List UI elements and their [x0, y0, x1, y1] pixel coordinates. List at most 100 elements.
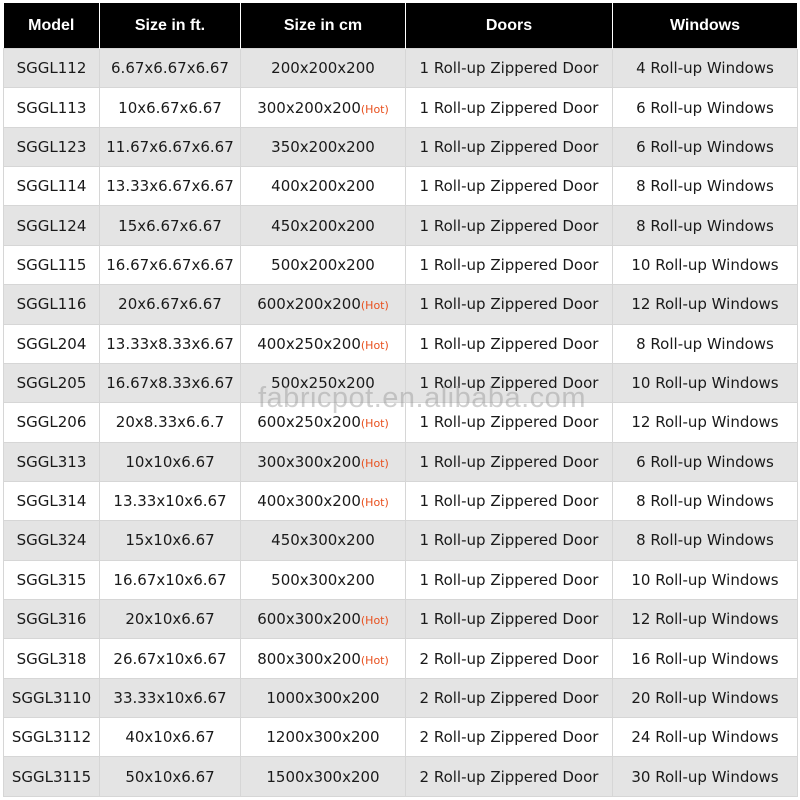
product-spec-table: Model Size in ft. Size in cm Doors Windo… — [3, 3, 798, 797]
cell-model: SGGL3115 — [3, 756, 100, 797]
hot-badge: (Hot) — [360, 496, 389, 510]
cell-size-ft: 13.33x10x6.67 — [99, 480, 241, 522]
hot-badge: (Hot) — [360, 338, 389, 352]
cell-model: SGGL114 — [3, 166, 100, 207]
cell-doors: 1 Roll-up Zippered Door — [405, 323, 613, 364]
size-cm-value: 500x250x200 — [271, 374, 375, 393]
cell-size-ft: 16.67x6.67x6.67 — [99, 244, 241, 286]
cell-doors: 1 Roll-up Zippered Door — [405, 205, 613, 246]
size-cm-value: 300x300x200 — [257, 452, 361, 471]
table-row: SGGL116 20x6.67x6.67 600x200x200(Hot) 1 Rol… — [3, 284, 798, 325]
cell-windows: 6 Roll-up Windows — [612, 126, 798, 168]
cell-size-cm: 1500x300x200 — [240, 756, 406, 797]
table-row: SGGL204 13.33x8.33x6.67 400x250x200(Hot) 1 … — [3, 323, 798, 364]
cell-size-ft: 15x6.67x6.67 — [99, 205, 241, 246]
cell-doors: 1 Roll-up Zippered Door — [405, 559, 613, 601]
table-row: SGGL112 6.67x6.67x6.67 200x200x200 1 Roll-u… — [3, 47, 798, 89]
cell-size-ft: 15x10x6.67 — [99, 520, 241, 561]
cell-windows: 20 Roll-up Windows — [612, 677, 798, 719]
cell-size-cm: 500x250x200 — [240, 362, 406, 404]
size-cm-value: 1200x300x200 — [266, 728, 380, 747]
cell-size-ft: 11.67x6.67x6.67 — [99, 126, 241, 168]
cell-size-cm: 300x200x200(Hot) — [240, 87, 406, 128]
cell-doors: 2 Roll-up Zippered Door — [405, 638, 613, 679]
size-cm-value: 400x300x200 — [257, 492, 361, 511]
cell-model: SGGL318 — [3, 638, 100, 679]
cell-model: SGGL3112 — [3, 717, 100, 758]
table-row: SGGL114 13.33x6.67x6.67 400x200x200 1 Roll-… — [3, 166, 798, 207]
cell-size-ft: 26.67x10x6.67 — [99, 638, 241, 679]
cell-size-ft: 50x10x6.67 — [99, 756, 241, 797]
size-cm-value: 800x300x200 — [257, 649, 361, 668]
cell-windows: 30 Roll-up Windows — [612, 756, 798, 797]
size-cm-value: 600x300x200 — [257, 610, 361, 629]
cell-model: SGGL313 — [3, 441, 100, 482]
size-cm-value: 1500x300x200 — [266, 767, 380, 786]
cell-doors: 2 Roll-up Zippered Door — [405, 677, 613, 719]
header-doors: Doors — [405, 3, 613, 49]
hot-badge: (Hot) — [360, 456, 389, 470]
cell-model: SGGL206 — [3, 402, 100, 443]
cell-size-cm: 400x250x200(Hot) — [240, 323, 406, 364]
cell-size-ft: 6.67x6.67x6.67 — [99, 47, 241, 89]
cell-windows: 4 Roll-up Windows — [612, 47, 798, 89]
size-cm-value: 350x200x200 — [271, 137, 375, 156]
cell-size-ft: 16.67x10x6.67 — [99, 559, 241, 601]
hot-badge: (Hot) — [360, 614, 389, 628]
cell-size-ft: 40x10x6.67 — [99, 717, 241, 758]
cell-model: SGGL314 — [3, 480, 100, 522]
cell-size-cm: 500x300x200 — [240, 559, 406, 601]
header-size-ft: Size in ft. — [99, 3, 241, 49]
cell-windows: 12 Roll-up Windows — [612, 599, 798, 640]
table-row: SGGL3112 40x10x6.67 1200x300x200 2 Roll-up … — [3, 717, 798, 758]
cell-model: SGGL116 — [3, 284, 100, 325]
cell-model: SGGL204 — [3, 323, 100, 364]
cell-size-cm: 300x300x200(Hot) — [240, 441, 406, 482]
table-row: SGGL3110 33.33x10x6.67 1000x300x200 2 Roll-… — [3, 677, 798, 719]
header-model: Model — [3, 3, 100, 49]
cell-model: SGGL315 — [3, 559, 100, 601]
cell-windows: 10 Roll-up Windows — [612, 559, 798, 601]
cell-model: SGGL3110 — [3, 677, 100, 719]
cell-windows: 8 Roll-up Windows — [612, 480, 798, 522]
table-row: SGGL123 11.67x6.67x6.67 350x200x200 1 Roll-… — [3, 126, 798, 168]
cell-doors: 1 Roll-up Zippered Door — [405, 402, 613, 443]
table-row: SGGL205 16.67x8.33x6.67 500x250x200 1 Roll-… — [3, 362, 798, 404]
cell-doors: 1 Roll-up Zippered Door — [405, 284, 613, 325]
size-cm-value: 450x200x200 — [271, 216, 375, 235]
cell-windows: 16 Roll-up Windows — [612, 638, 798, 679]
cell-size-cm: 500x200x200 — [240, 244, 406, 286]
cell-model: SGGL205 — [3, 362, 100, 404]
table-body: SGGL112 6.67x6.67x6.67 200x200x200 1 Roll-u… — [3, 47, 798, 797]
cell-doors: 2 Roll-up Zippered Door — [405, 717, 613, 758]
table-row: SGGL314 13.33x10x6.67 400x300x200(Hot) 1 Ro… — [3, 480, 798, 522]
table-row: SGGL316 20x10x6.67 600x300x200(Hot) 1 Roll-… — [3, 599, 798, 640]
cell-doors: 1 Roll-up Zippered Door — [405, 87, 613, 128]
cell-size-ft: 20x10x6.67 — [99, 599, 241, 640]
size-cm-value: 300x200x200 — [257, 98, 361, 117]
cell-doors: 1 Roll-up Zippered Door — [405, 244, 613, 286]
cell-size-cm: 350x200x200 — [240, 126, 406, 168]
cell-size-cm: 1200x300x200 — [240, 717, 406, 758]
cell-size-ft: 16.67x8.33x6.67 — [99, 362, 241, 404]
table-row: SGGL313 10x10x6.67 300x300x200(Hot) 1 Roll-… — [3, 441, 798, 482]
size-cm-value: 500x300x200 — [271, 570, 375, 589]
size-cm-value: 200x200x200 — [271, 59, 375, 78]
size-cm-value: 400x200x200 — [271, 177, 375, 196]
cell-windows: 6 Roll-up Windows — [612, 441, 798, 482]
cell-windows: 8 Roll-up Windows — [612, 323, 798, 364]
cell-model: SGGL112 — [3, 47, 100, 89]
cell-size-cm: 200x200x200 — [240, 47, 406, 89]
cell-model: SGGL123 — [3, 126, 100, 168]
cell-windows: 12 Roll-up Windows — [612, 402, 798, 443]
cell-windows: 6 Roll-up Windows — [612, 87, 798, 128]
cell-windows: 12 Roll-up Windows — [612, 284, 798, 325]
cell-doors: 1 Roll-up Zippered Door — [405, 480, 613, 522]
cell-size-cm: 600x250x200(Hot) — [240, 402, 406, 443]
cell-windows: 10 Roll-up Windows — [612, 244, 798, 286]
cell-doors: 1 Roll-up Zippered Door — [405, 441, 613, 482]
cell-size-ft: 20x6.67x6.67 — [99, 284, 241, 325]
size-cm-value: 500x200x200 — [271, 255, 375, 274]
cell-windows: 8 Roll-up Windows — [612, 205, 798, 246]
cell-size-cm: 400x300x200(Hot) — [240, 480, 406, 522]
